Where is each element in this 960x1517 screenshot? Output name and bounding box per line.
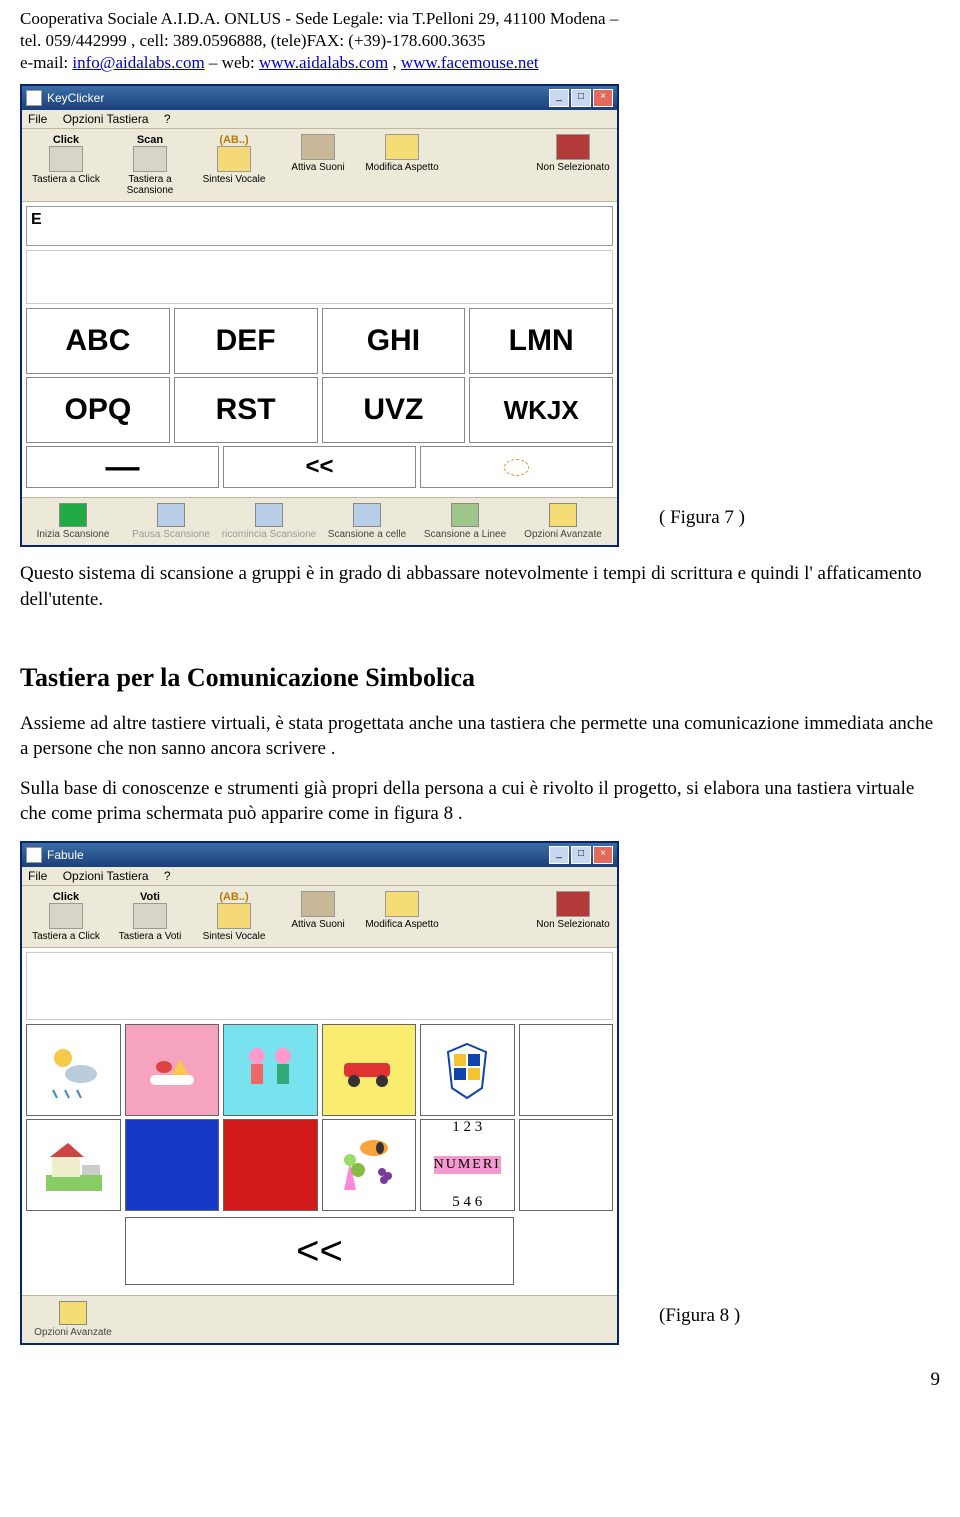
header-web1-link[interactable]: www.aidalabs.com [259, 53, 388, 72]
paragraph-2: Assieme ad altre tastiere virtuali, è st… [20, 711, 940, 762]
key-rst[interactable]: RST [174, 377, 318, 443]
cell-numeri[interactable]: 1 2 3 NUMERI 5 4 6 [420, 1119, 515, 1211]
weather-icon [43, 1040, 103, 1100]
header-email-link[interactable]: info@aidalabs.com [72, 53, 204, 72]
btn-tastiera-scansione[interactable]: ScanTastiera a Scansione [108, 132, 192, 198]
minimize-button[interactable]: _ [549, 846, 569, 864]
key-ghi[interactable]: GHI [322, 308, 466, 374]
btn-opzioni-avanzate[interactable]: Opzioni Avanzate [24, 1299, 122, 1340]
menu-help[interactable]: ? [164, 112, 171, 126]
close-button[interactable]: × [593, 89, 613, 107]
key-def[interactable]: DEF [174, 308, 318, 374]
window-title: Fabule [47, 848, 84, 862]
cell-shield[interactable] [420, 1024, 515, 1116]
menu-help[interactable]: ? [164, 869, 171, 883]
paragraph-1: Questo sistema di scansione a gruppi è i… [20, 561, 940, 612]
cell-fruit[interactable] [322, 1119, 417, 1211]
key-opq[interactable]: OPQ [26, 377, 170, 443]
header-line3-prefix: e-mail: [20, 53, 72, 72]
numeri-top: 1 2 3 [452, 1120, 482, 1135]
titlebar: Fabule _ □ × [22, 843, 617, 867]
btn-attiva-suoni[interactable]: Attiva Suoni [276, 889, 360, 944]
key-wkjx[interactable]: WKJX [469, 377, 613, 443]
workarea: 1 2 3 NUMERI 5 4 6 << [22, 948, 617, 1295]
people-icon [235, 1040, 305, 1100]
header-line3-mid: – web: [205, 53, 259, 72]
key-back-large[interactable]: << [125, 1217, 514, 1285]
titlebar: KeyClicker _ □ × [22, 86, 617, 110]
app-icon [26, 847, 42, 863]
figure7-caption: ( Figura 7 ) [659, 507, 745, 529]
key-special[interactable] [420, 446, 613, 488]
btn-scansione-celle[interactable]: Scansione a celle [318, 501, 416, 542]
paragraph-3: Sulla base di conoscenze e strumenti già… [20, 776, 940, 827]
cell-people[interactable] [223, 1024, 318, 1116]
header-line1: Cooperativa Sociale A.I.D.A. ONLUS - Sed… [20, 9, 618, 28]
cell-empty-2[interactable] [519, 1119, 614, 1211]
key-back[interactable]: << [223, 446, 416, 488]
header-web2-link[interactable]: www.facemouse.net [401, 53, 539, 72]
fruit-icon [334, 1130, 404, 1200]
toolbar: ClickTastiera a Click VotiTastiera a Vot… [22, 886, 617, 948]
section-heading: Tastiera per la Comunicazione Simbolica [20, 663, 940, 693]
btn-scansione-linee[interactable]: Scansione a Linee [416, 501, 514, 542]
btn-non-selezionato[interactable]: Non Selezionato [531, 132, 615, 198]
menu-opzioni[interactable]: Opzioni Tastiera [63, 112, 149, 126]
maximize-button[interactable]: □ [571, 846, 591, 864]
figure8-caption: (Figura 8 ) [659, 1305, 740, 1327]
fabule-window: Fabule _ □ × File Opzioni Tastiera ? Cli… [20, 841, 619, 1345]
window-title: KeyClicker [47, 91, 104, 105]
btn-sintesi-vocale[interactable]: (AB..)Sintesi Vocale [192, 889, 276, 944]
menu-file[interactable]: File [28, 112, 47, 126]
keyclicker-window: KeyClicker _ □ × File Opzioni Tastiera ?… [20, 84, 619, 547]
bottom-toolbar: Inizia Scansione Pausa Scansione ricomin… [22, 497, 617, 545]
bottom-toolbar: Opzioni Avanzate [22, 1295, 617, 1343]
btn-tastiera-click[interactable]: ClickTastiera a Click [24, 132, 108, 198]
shield-icon [442, 1040, 492, 1100]
key-space[interactable]: — [26, 446, 219, 488]
btn-ricomincia-scansione[interactable]: ricomincia Scansione [220, 501, 318, 542]
btn-opzioni-avanzate[interactable]: Opzioni Avanzate [514, 501, 612, 542]
btn-sintesi-vocale[interactable]: (AB..)Sintesi Vocale [192, 132, 276, 198]
btn-tastiera-click[interactable]: ClickTastiera a Click [24, 889, 108, 944]
app-icon [26, 90, 42, 106]
cell-red[interactable] [223, 1119, 318, 1211]
minimize-button[interactable]: _ [549, 89, 569, 107]
food-icon [142, 1045, 202, 1095]
header-line2: tel. 059/442999 , cell: 389.0596888, (te… [20, 31, 485, 50]
key-lmn[interactable]: LMN [469, 308, 613, 374]
menu-opzioni[interactable]: Opzioni Tastiera [63, 869, 149, 883]
cell-car[interactable] [322, 1024, 417, 1116]
btn-attiva-suoni[interactable]: Attiva Suoni [276, 132, 360, 198]
key-uvz[interactable]: UVZ [322, 377, 466, 443]
numeri-label: NUMERI [434, 1156, 501, 1174]
menubar: File Opzioni Tastiera ? [22, 110, 617, 129]
page-number: 9 [20, 1369, 940, 1391]
cell-empty-1[interactable] [519, 1024, 614, 1116]
cell-blue[interactable] [125, 1119, 220, 1211]
cell-house[interactable] [26, 1119, 121, 1211]
toolbar: ClickTastiera a Click ScanTastiera a Sca… [22, 129, 617, 202]
maximize-button[interactable]: □ [571, 89, 591, 107]
btn-non-selezionato[interactable]: Non Selezionato [531, 889, 615, 944]
text-output: E [26, 206, 613, 246]
cell-food[interactable] [125, 1024, 220, 1116]
btn-tastiera-voti[interactable]: VotiTastiera a Voti [108, 889, 192, 944]
blank-output [26, 952, 613, 1020]
blank-strip [26, 250, 613, 304]
workarea: E ABC DEF GHI LMN OPQ RST UVZ WKJX — << [22, 202, 617, 497]
house-icon [38, 1135, 108, 1195]
btn-inizia-scansione[interactable]: Inizia Scansione [24, 501, 122, 542]
btn-pausa-scansione[interactable]: Pausa Scansione [122, 501, 220, 542]
btn-modifica-aspetto[interactable]: Modifica Aspetto [360, 132, 444, 198]
car-icon [334, 1045, 404, 1095]
menubar: File Opzioni Tastiera ? [22, 867, 617, 886]
menu-file[interactable]: File [28, 869, 47, 883]
cell-weather[interactable] [26, 1024, 121, 1116]
key-abc[interactable]: ABC [26, 308, 170, 374]
btn-modifica-aspetto[interactable]: Modifica Aspetto [360, 889, 444, 944]
close-button[interactable]: × [593, 846, 613, 864]
numeri-bot: 5 4 6 [452, 1195, 482, 1210]
document-header: Cooperativa Sociale A.I.D.A. ONLUS - Sed… [20, 8, 940, 74]
